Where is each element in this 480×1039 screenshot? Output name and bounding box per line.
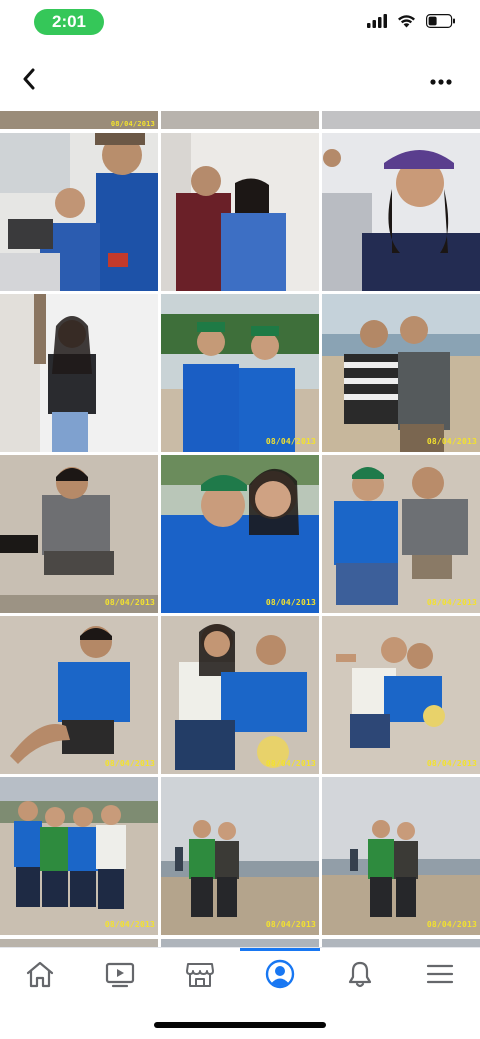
home-icon — [25, 960, 55, 993]
photo-date-stamp: 08/04/2013 — [104, 598, 155, 607]
tab-profile[interactable] — [240, 948, 320, 1004]
chevron-left-icon — [22, 68, 36, 95]
signal-icon — [367, 14, 387, 33]
photo-tile[interactable]: 08/04/2013 — [322, 294, 480, 452]
photo-tile[interactable]: 08/04/2013 — [322, 616, 480, 774]
photo-date-stamp: 08/04/2013 — [110, 120, 155, 128]
photo-seaside-pair — [322, 294, 480, 452]
photo-tile[interactable]: 08/04/2013 — [161, 294, 319, 452]
photo-date-stamp: 08/04/2013 — [104, 920, 155, 929]
photo-sand-pair-ball — [161, 616, 319, 774]
photo-strip[interactable] — [322, 939, 480, 947]
photo-strip[interactable]: 08/04/2013 — [0, 111, 158, 129]
tab-video[interactable] — [80, 948, 160, 1004]
photo-tile[interactable]: 08/04/2013 — [161, 777, 319, 935]
photo-sand-reclining — [0, 616, 158, 774]
photo-strip[interactable] — [161, 939, 319, 947]
photo-date-stamp: 08/04/2013 — [426, 920, 477, 929]
photo-date-stamp: 08/04/2013 — [104, 759, 155, 768]
photo-overcast-beach-pair-2 — [322, 777, 480, 935]
status-time: 2:01 — [34, 9, 104, 35]
more-horizontal-icon — [430, 72, 452, 90]
photo-tile[interactable]: 08/04/2013 — [0, 616, 158, 774]
photo-date-stamp: 08/04/2013 — [426, 437, 477, 446]
bell-icon — [345, 959, 375, 994]
photo-classroom-cap — [322, 133, 480, 291]
photo-date-stamp: 08/04/2013 — [265, 920, 316, 929]
photo-classroom-laptop — [0, 133, 158, 291]
photo-date-stamp: 08/04/2013 — [426, 598, 477, 607]
photo-tile[interactable]: 08/04/2013 — [161, 455, 319, 613]
photo-tile[interactable]: 08/04/2013 — [322, 777, 480, 935]
tab-menu[interactable] — [400, 948, 480, 1004]
photo-strip[interactable] — [322, 111, 480, 129]
photo-tile[interactable]: 08/04/2013 — [0, 777, 158, 935]
tab-bar — [0, 947, 480, 1007]
photo-tile[interactable] — [0, 294, 158, 452]
photo-overcast-beach-pair — [161, 777, 319, 935]
battery-icon — [426, 14, 456, 33]
status-icons — [367, 14, 456, 33]
photo-tile[interactable] — [0, 133, 158, 291]
nav-bar — [0, 56, 480, 106]
profile-icon — [265, 959, 295, 994]
photo-date-stamp: 08/04/2013 — [426, 759, 477, 768]
photo-palm-beach-pair — [161, 294, 319, 452]
tab-home[interactable] — [0, 948, 80, 1004]
photo-grid: 08/04/2013 08/04/2013 08/04/2013 08/04/2… — [0, 111, 480, 947]
photo-date-stamp: 08/04/2013 — [265, 437, 316, 446]
photo-strip[interactable] — [161, 111, 319, 129]
marketplace-icon — [185, 960, 215, 993]
photo-strip[interactable] — [0, 939, 158, 947]
photo-date-stamp: 08/04/2013 — [265, 598, 316, 607]
back-button[interactable] — [14, 64, 44, 98]
photo-sand-pair-sitting — [322, 455, 480, 613]
photo-date-stamp: 08/04/2013 — [265, 759, 316, 768]
photo-group-four — [0, 777, 158, 935]
photo-tile[interactable]: 08/04/2013 — [161, 616, 319, 774]
tab-marketplace[interactable] — [160, 948, 240, 1004]
tab-notifications[interactable] — [320, 948, 400, 1004]
photo-sand-sitting — [0, 455, 158, 613]
photo-selfie-caps — [161, 455, 319, 613]
photo-sand-pair-ball-wide — [322, 616, 480, 774]
photo-tile[interactable]: 08/04/2013 — [0, 455, 158, 613]
more-options-button[interactable] — [424, 64, 458, 98]
photo-tile[interactable] — [322, 133, 480, 291]
photo-tile[interactable] — [161, 133, 319, 291]
menu-icon — [426, 962, 454, 991]
photo-tile[interactable]: 08/04/2013 — [322, 455, 480, 613]
photo-hallway-pair — [161, 133, 319, 291]
status-bar: 2:01 — [0, 0, 480, 46]
home-indicator — [154, 1022, 326, 1028]
wifi-icon — [397, 14, 416, 33]
video-icon — [105, 960, 135, 993]
photo-white-wall-portrait — [0, 294, 158, 452]
